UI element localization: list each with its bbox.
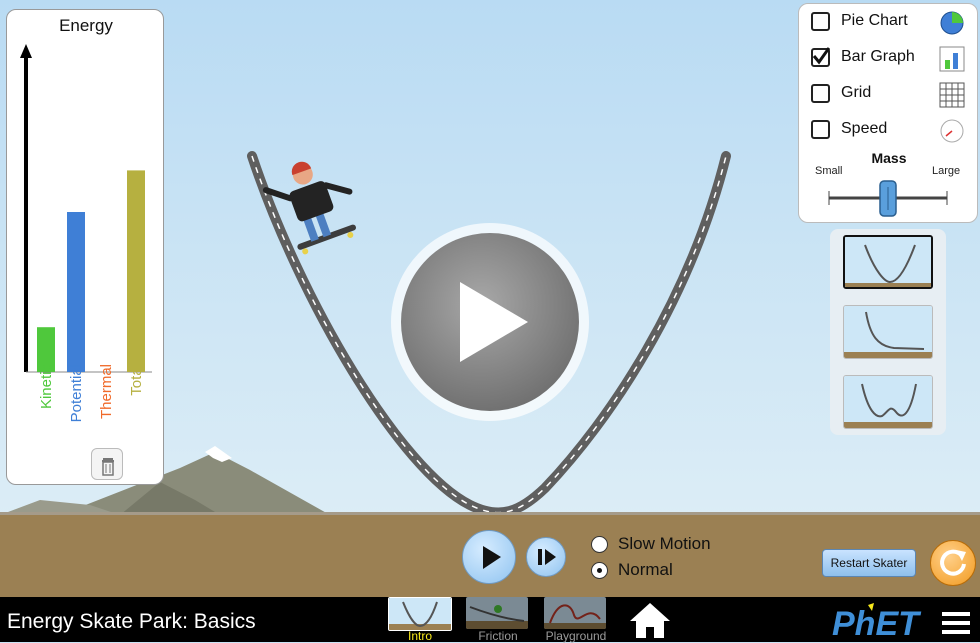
checkbox-box[interactable] (811, 84, 830, 103)
mass-slider[interactable] (799, 178, 979, 222)
pie-chart-icon (940, 11, 964, 35)
clear-thermal-button[interactable] (91, 448, 123, 480)
track-option-ramp[interactable] (843, 305, 933, 359)
pie-chart-checkbox[interactable]: Pie Chart (811, 10, 971, 36)
energy-bar-label: Total (128, 364, 145, 396)
playground-screen-thumbnail (544, 597, 606, 629)
slow-motion-radio[interactable]: Slow Motion (591, 534, 751, 556)
screen-tab-playground[interactable]: Playground (541, 597, 611, 643)
play-icon (483, 546, 501, 569)
speedometer-icon (940, 119, 964, 143)
reset-icon (940, 549, 966, 576)
speed-checkbox[interactable]: Speed (811, 118, 971, 144)
checkbox-box[interactable] (811, 12, 830, 31)
screen-tab-label: Playground (545, 629, 607, 643)
axis-arrowhead-icon (20, 44, 32, 58)
mass-min-label: Small (815, 165, 843, 177)
screen-tab-friction[interactable]: Friction (463, 597, 533, 643)
play-pause-button[interactable] (462, 530, 516, 584)
restart-skater-button[interactable]: Restart Skater (822, 549, 916, 577)
mass-max-label: Large (932, 165, 961, 177)
energy-bar-label: Kinetic (38, 364, 55, 410)
energy-bar-potential (67, 212, 85, 372)
track-selector (830, 229, 946, 435)
checkbox-box[interactable] (811, 120, 830, 139)
track-option-double-well[interactable] (843, 375, 933, 429)
screen-tab-label: Friction (478, 629, 518, 643)
radio-button[interactable] (591, 536, 608, 553)
phet-logo[interactable]: PhET (832, 601, 932, 641)
energy-bar-graph-panel: Energy Kinetic Potential Thermal Total (6, 9, 164, 485)
energy-bar-total (127, 170, 145, 372)
checkbox-label: Pie Chart (841, 12, 908, 29)
checkbox-label: Grid (841, 84, 872, 101)
normal-speed-radio[interactable]: Normal (591, 560, 751, 582)
radio-button[interactable] (591, 562, 608, 579)
grid-checkbox[interactable]: Grid (811, 82, 971, 108)
home-icon[interactable] (628, 600, 672, 640)
trash-icon (102, 458, 114, 476)
mass-label: Mass (871, 150, 907, 166)
step-forward-button[interactable] (526, 537, 566, 577)
track-option-parabola[interactable] (843, 235, 933, 289)
radio-label: Normal (618, 560, 673, 579)
energy-bar-label: Thermal (98, 364, 115, 420)
intro-screen-thumbnail (388, 597, 452, 631)
screen-tab-intro[interactable]: Intro (385, 597, 455, 643)
checkbox-box[interactable] (811, 47, 830, 67)
checkbox-label: Speed (841, 120, 888, 137)
reset-all-button[interactable] (930, 540, 976, 586)
radio-label: Slow Motion (618, 534, 711, 553)
sim-title: Energy Skate Park: Basics (7, 610, 256, 633)
bar-graph-checkbox[interactable]: Bar Graph (811, 46, 971, 72)
controls-panel: Pie Chart Bar Graph Grid Speed Mass Smal… (798, 3, 978, 223)
grid-icon (939, 82, 965, 108)
friction-screen-thumbnail (466, 597, 528, 629)
large-play-overlay[interactable] (391, 223, 589, 421)
checkbox-label: Bar Graph (841, 48, 915, 65)
checkmark-icon (812, 47, 830, 65)
screen-tab-label: Intro (407, 629, 432, 643)
energy-bar-label: Potential (68, 364, 85, 423)
bar-graph-icon (939, 46, 965, 72)
step-icon (538, 549, 556, 565)
menu-icon[interactable] (940, 610, 972, 636)
phet-brand-text: PhET (832, 605, 922, 641)
radio-selected-dot (597, 568, 602, 573)
